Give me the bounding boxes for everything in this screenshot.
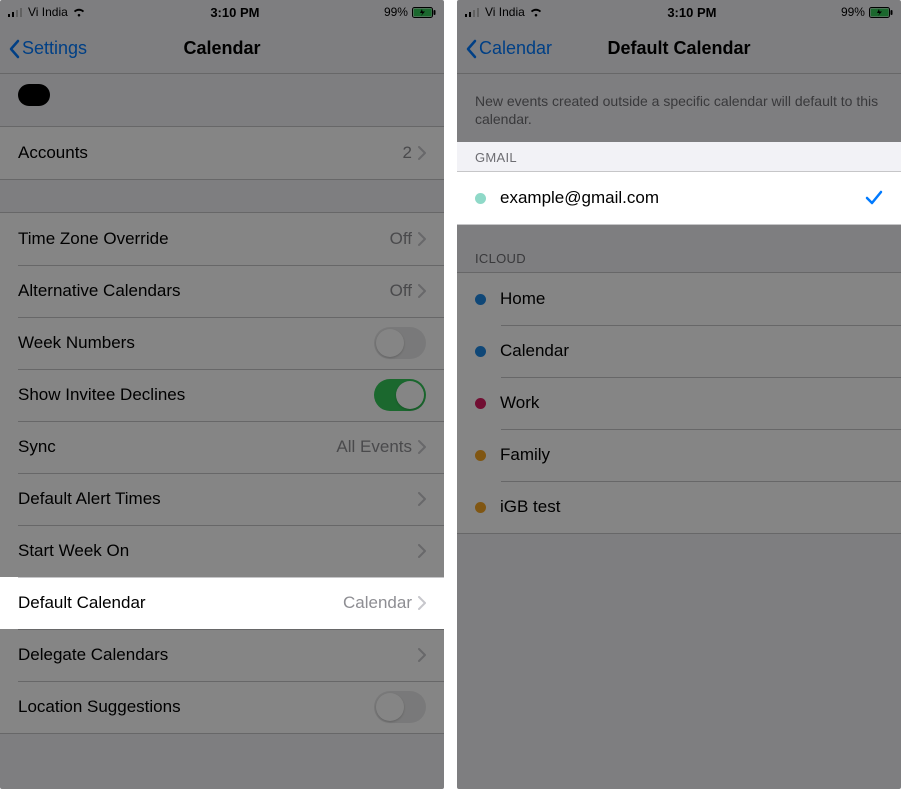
cellular-signal-icon xyxy=(8,7,24,17)
start-week-on-row[interactable]: Start Week On xyxy=(0,525,444,577)
time-zone-override-row[interactable]: Time Zone Override Off xyxy=(0,213,444,265)
back-label: Calendar xyxy=(479,38,552,59)
chevron-right-icon xyxy=(418,440,426,454)
default-alert-times-row[interactable]: Default Alert Times xyxy=(0,473,444,525)
location-suggestions-row[interactable]: Location Suggestions xyxy=(0,681,444,733)
chevron-right-icon xyxy=(418,284,426,298)
icloud-group: Home Calendar Work Family iGB test xyxy=(457,272,901,534)
calendar-color-dot xyxy=(475,193,486,204)
delegate-label: Delegate Calendars xyxy=(18,645,418,665)
sync-value: All Events xyxy=(336,437,412,457)
delegate-calendars-row[interactable]: Delegate Calendars xyxy=(0,629,444,681)
chevron-right-icon xyxy=(418,146,426,160)
calendar-color-dot xyxy=(475,294,486,305)
calendar-option-gmail[interactable]: example@gmail.com xyxy=(457,172,901,224)
calendar-option-label: Calendar xyxy=(500,341,883,361)
calendar-option-label: iGB test xyxy=(500,497,883,517)
accounts-value: 2 xyxy=(403,143,412,163)
status-bar: Vi India 3:10 PM 99% xyxy=(457,0,901,24)
right-screenshot: Vi India 3:10 PM 99% Calendar Default Ca… xyxy=(457,0,901,789)
alternative-calendars-row[interactable]: Alternative Calendars Off xyxy=(0,265,444,317)
nav-bar: Settings Calendar xyxy=(0,24,444,74)
location-label: Location Suggestions xyxy=(18,697,374,717)
page-title: Default Calendar xyxy=(607,38,750,59)
calendar-color-dot xyxy=(475,502,486,513)
calendar-option-icloud[interactable]: Work xyxy=(457,377,901,429)
sync-label: Sync xyxy=(18,437,336,457)
partial-toggle xyxy=(18,84,50,106)
battery-charging-icon xyxy=(869,7,893,18)
info-text: New events created outside a specific ca… xyxy=(457,74,901,142)
tz-label: Time Zone Override xyxy=(18,229,390,249)
chevron-right-icon xyxy=(418,232,426,246)
calendar-option-label: example@gmail.com xyxy=(500,188,865,208)
nav-bar: Calendar Default Calendar xyxy=(457,24,901,74)
default-calendar-row[interactable]: Default Calendar Calendar xyxy=(0,577,444,629)
alt-value: Off xyxy=(390,281,412,301)
week-numbers-row[interactable]: Week Numbers xyxy=(0,317,444,369)
battery-percentage: 99% xyxy=(841,5,865,19)
calendar-option-label: Family xyxy=(500,445,883,465)
accounts-row[interactable]: Accounts 2 xyxy=(0,127,444,179)
carrier-label: Vi India xyxy=(485,5,525,19)
accounts-label: Accounts xyxy=(18,143,403,163)
calendar-color-dot xyxy=(475,398,486,409)
checkmark-icon xyxy=(865,190,883,206)
week-label: Week Numbers xyxy=(18,333,374,353)
back-label: Settings xyxy=(22,38,87,59)
sync-row[interactable]: Sync All Events xyxy=(0,421,444,473)
alt-label: Alternative Calendars xyxy=(18,281,390,301)
back-button[interactable]: Calendar xyxy=(465,38,552,59)
page-title: Calendar xyxy=(183,38,260,59)
wifi-icon xyxy=(72,7,86,17)
gmail-group: GMAIL example@gmail.com xyxy=(457,142,901,225)
accounts-section: Accounts 2 xyxy=(0,126,444,180)
calendar-color-dot xyxy=(475,346,486,357)
chevron-right-icon xyxy=(418,544,426,558)
back-button[interactable]: Settings xyxy=(8,38,87,59)
status-time: 3:10 PM xyxy=(667,5,716,20)
calendar-option-icloud[interactable]: Family xyxy=(457,429,901,481)
cellular-signal-icon xyxy=(465,7,481,17)
left-screenshot: Vi India 3:10 PM 99% Settings Calendar A… xyxy=(0,0,444,789)
battery-percentage: 99% xyxy=(384,5,408,19)
location-suggestions-toggle[interactable] xyxy=(374,691,426,723)
invitee-declines-toggle[interactable] xyxy=(374,379,426,411)
default-cal-value: Calendar xyxy=(343,593,412,613)
wifi-icon xyxy=(529,7,543,17)
calendar-color-dot xyxy=(475,450,486,461)
chevron-right-icon xyxy=(418,492,426,506)
battery-charging-icon xyxy=(412,7,436,18)
week-start-label: Start Week On xyxy=(18,541,418,561)
icloud-group-header: ICLOUD xyxy=(457,243,901,272)
chevron-right-icon xyxy=(418,648,426,662)
invitee-declines-row[interactable]: Show Invitee Declines xyxy=(0,369,444,421)
carrier-label: Vi India xyxy=(28,5,68,19)
gmail-group-header: GMAIL xyxy=(457,142,901,171)
tz-value: Off xyxy=(390,229,412,249)
calendar-option-icloud[interactable]: Home xyxy=(457,273,901,325)
calendar-option-label: Home xyxy=(500,289,883,309)
calendar-settings-section: Time Zone Override Off Alternative Calen… xyxy=(0,212,444,734)
chevron-right-icon xyxy=(418,596,426,610)
calendar-option-icloud[interactable]: iGB test xyxy=(457,481,901,533)
calendar-option-icloud[interactable]: Calendar xyxy=(457,325,901,377)
default-cal-label: Default Calendar xyxy=(18,593,343,613)
alert-label: Default Alert Times xyxy=(18,489,418,509)
invitee-label: Show Invitee Declines xyxy=(18,385,374,405)
calendar-option-label: Work xyxy=(500,393,883,413)
week-numbers-toggle[interactable] xyxy=(374,327,426,359)
status-time: 3:10 PM xyxy=(210,5,259,20)
status-bar: Vi India 3:10 PM 99% xyxy=(0,0,444,24)
